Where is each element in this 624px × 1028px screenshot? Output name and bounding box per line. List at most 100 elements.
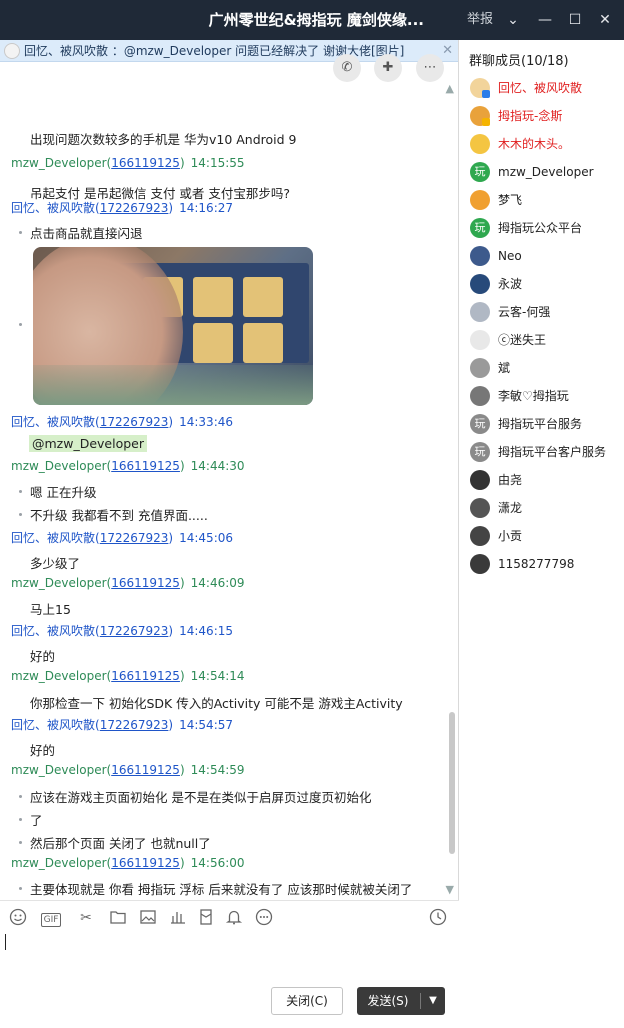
sender-id-link[interactable]: 172267923: [100, 201, 169, 215]
member-name: 由尧: [498, 473, 523, 487]
sender-id-link[interactable]: 172267923: [100, 624, 169, 638]
sender-name[interactable]: mzw_Developer: [11, 669, 107, 683]
member-item[interactable]: 由尧: [470, 468, 620, 492]
message-text: 主要体现就是 你看 拇指玩 浮标 后来就没有了 应该那时候就被关闭了: [30, 882, 413, 897]
sender-id-link[interactable]: 172267923: [100, 415, 169, 429]
sender-name[interactable]: mzw_Developer: [11, 156, 107, 170]
scissors-icon[interactable]: ✂: [76, 908, 96, 928]
message-text: 了: [30, 813, 43, 828]
voice-icon[interactable]: [168, 908, 188, 928]
folder-icon[interactable]: [108, 908, 128, 928]
member-item[interactable]: Neo: [470, 244, 620, 268]
add-comment-icon[interactable]: ✚: [374, 54, 402, 82]
bullet-dot: [19, 490, 22, 493]
bullet-dot: [19, 818, 22, 821]
image-card: [193, 277, 233, 317]
minimize-icon[interactable]: —: [532, 0, 558, 40]
sender-id-link[interactable]: 166119125: [111, 459, 180, 473]
member-item[interactable]: 玩拇指玩平台客户服务: [470, 440, 620, 464]
message-image[interactable]: [33, 247, 313, 405]
send-button-divider: [420, 993, 421, 1009]
member-item[interactable]: 1158277798: [470, 552, 620, 576]
paren: ): [168, 531, 174, 545]
member-item[interactable]: 斌: [470, 356, 620, 380]
member-item[interactable]: 云客-何强: [470, 300, 620, 324]
sender-name[interactable]: mzw_Developer: [11, 856, 107, 870]
red-packet-icon[interactable]: [196, 908, 216, 928]
scroll-up-icon[interactable]: ▲: [446, 82, 454, 95]
message-text: 应该在游戏主页面初始化 是不是在类似于启屏页过度页初始化: [30, 790, 372, 805]
more-icon[interactable]: [254, 908, 274, 928]
bell-icon[interactable]: [224, 908, 244, 928]
member-name: Neo: [498, 249, 522, 263]
sender-name[interactable]: 回忆、被风吹散: [11, 531, 95, 545]
member-item[interactable]: ⓒ迷失王: [470, 328, 620, 352]
sender-id-link[interactable]: 172267923: [100, 718, 169, 732]
avatar: [470, 274, 490, 294]
message-header: mzw_Developer(166119125) 14:46:09: [11, 576, 245, 590]
member-name: 潇龙: [498, 501, 523, 515]
send-button[interactable]: 发送(S) ▼: [357, 987, 445, 1015]
message-text: 好的: [30, 743, 56, 758]
member-item[interactable]: 永波: [470, 272, 620, 296]
avatar: [470, 246, 490, 266]
member-name: ⓒ迷失王: [498, 333, 547, 347]
member-item[interactable]: 玩拇指玩平台服务: [470, 412, 620, 436]
history-clock-icon[interactable]: [428, 908, 448, 928]
avatar: [470, 358, 490, 378]
sender-name[interactable]: 回忆、被风吹散: [11, 718, 95, 732]
close-icon[interactable]: ✕: [592, 0, 618, 40]
sender-id-link[interactable]: 166119125: [111, 856, 180, 870]
image-icon[interactable]: [138, 908, 158, 928]
member-item[interactable]: 拇指玩-念斯: [470, 104, 620, 128]
chevron-down-icon[interactable]: ▼: [422, 987, 444, 1015]
sender-name[interactable]: mzw_Developer: [11, 576, 107, 590]
bullet-dot: [19, 795, 22, 798]
member-item[interactable]: 李敏♡拇指玩: [470, 384, 620, 408]
sender-name[interactable]: mzw_Developer: [11, 763, 107, 777]
maximize-icon[interactable]: ☐: [562, 0, 588, 40]
message-timestamp: 14:15:55: [190, 156, 245, 170]
scrollbar-thumb[interactable]: [449, 712, 455, 854]
close-button[interactable]: 关闭(C): [271, 987, 343, 1015]
message-header: mzw_Developer(166119125) 14:15:55: [11, 156, 245, 170]
message-header: 回忆、被风吹散(172267923) 14:46:15: [11, 622, 233, 639]
sender-id-link[interactable]: 166119125: [111, 669, 180, 683]
member-item[interactable]: 梦飞: [470, 188, 620, 212]
member-name: 梦飞: [498, 193, 523, 207]
scroll-down-icon[interactable]: ▼: [446, 883, 454, 896]
member-item[interactable]: 玩 mzw_Developer: [470, 160, 620, 184]
report-button[interactable]: 举报: [467, 0, 493, 40]
paren: ): [179, 576, 185, 590]
message-input[interactable]: [0, 934, 459, 978]
message-timestamp: 14:16:27: [179, 201, 234, 215]
phone-icon[interactable]: ✆: [333, 54, 361, 82]
message-timestamp: 14:45:06: [179, 531, 234, 545]
sender-name[interactable]: 回忆、被风吹散: [11, 624, 95, 638]
sender-name[interactable]: mzw_Developer: [11, 459, 107, 473]
member-panel-title: 群聊成员(10/18): [469, 54, 569, 69]
member-item[interactable]: 回忆、被风吹散: [470, 76, 620, 100]
message-timestamp: 14:46:09: [190, 576, 245, 590]
sender-id-link[interactable]: 166119125: [111, 763, 180, 777]
sender-name[interactable]: 回忆、被风吹散: [11, 415, 95, 429]
chevron-down-icon[interactable]: ⌄: [500, 0, 526, 40]
paren: ): [168, 624, 174, 638]
member-item[interactable]: 玩拇指玩公众平台: [470, 216, 620, 240]
mention-tag[interactable]: @mzw_Developer: [29, 435, 147, 452]
sender-id-link[interactable]: 172267923: [100, 531, 169, 545]
gif-icon[interactable]: GIF: [38, 908, 64, 928]
member-item[interactable]: 木木的木头。: [470, 132, 620, 156]
sender-name[interactable]: 回忆、被风吹散: [11, 201, 95, 215]
close-icon[interactable]: ✕: [442, 40, 453, 62]
member-item[interactable]: 潇龙: [470, 496, 620, 520]
title-bar: 广州零世纪&拇指玩 魔剑侠缘... 举报 ⌄ — ☐ ✕: [0, 0, 624, 40]
emoji-icon[interactable]: [8, 908, 28, 928]
more-icon[interactable]: ⋯: [416, 54, 444, 82]
sender-id-link[interactable]: 166119125: [111, 156, 180, 170]
paren: ): [179, 856, 185, 870]
message-header: mzw_Developer(166119125) 14:54:14: [11, 669, 245, 683]
member-item[interactable]: 小贡: [470, 524, 620, 548]
avatar: [470, 302, 490, 322]
sender-id-link[interactable]: 166119125: [111, 576, 180, 590]
